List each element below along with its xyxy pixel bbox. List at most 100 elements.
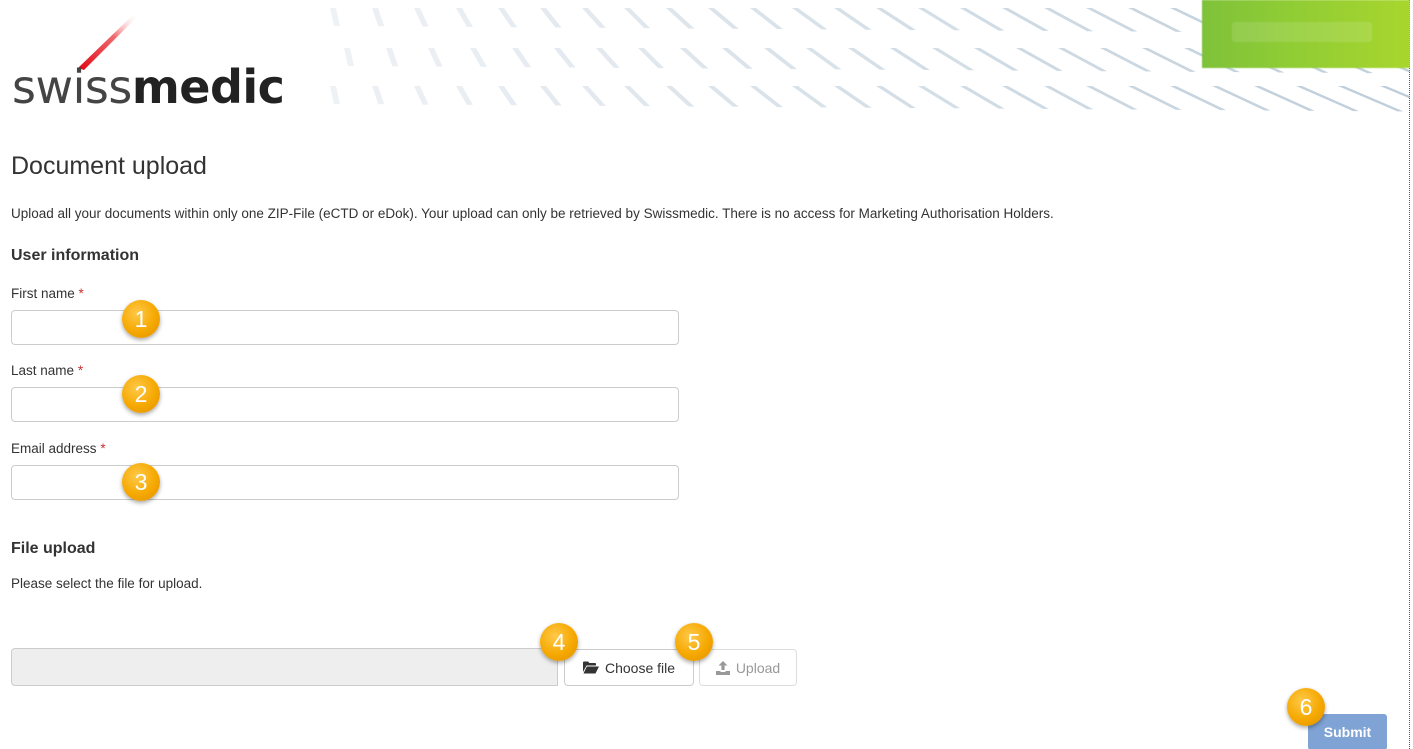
banner-stripe xyxy=(1044,86,1094,110)
banner-stripe xyxy=(498,8,518,28)
banner-stripe xyxy=(372,8,385,27)
banner-stripe xyxy=(1086,86,1138,110)
banner-stripe xyxy=(1002,86,1049,109)
banner-stripe xyxy=(330,86,340,104)
logo-text: swissmedic xyxy=(12,64,285,110)
banner-stripe xyxy=(834,86,872,108)
banner-stripe xyxy=(1142,48,1196,72)
banner-stripe xyxy=(1016,48,1063,71)
banner-stripe xyxy=(834,8,872,30)
first-name-label: First name * xyxy=(11,286,84,301)
last-name-label-text: Last name xyxy=(11,363,75,378)
banner-stripe xyxy=(638,48,665,69)
file-upload-help-text: Please select the file for upload. xyxy=(11,576,203,591)
main-content: Document upload Upload all your document… xyxy=(11,150,1401,749)
banner-stripe xyxy=(666,8,695,29)
choose-file-label: Choose file xyxy=(604,659,676,676)
banner-stripe xyxy=(876,8,916,30)
banner-stripe xyxy=(582,86,606,106)
banner-stripe xyxy=(596,48,620,68)
last-name-input[interactable] xyxy=(11,387,679,422)
banner-stripe xyxy=(540,86,562,106)
banner-stripe xyxy=(456,86,473,105)
page-title: Document upload xyxy=(11,152,207,180)
banner-stripe xyxy=(1058,48,1108,72)
banner-stripe xyxy=(806,48,842,70)
banner-stripe xyxy=(750,86,784,108)
banner-stripe xyxy=(540,8,562,28)
banner-stripe xyxy=(624,86,651,107)
banner-stripe xyxy=(792,8,828,30)
banner-stripe xyxy=(960,8,1005,31)
banner-stripe xyxy=(1212,86,1271,111)
first-name-label-text: First name xyxy=(11,286,75,301)
page: swissmedic Document upload Upload all yo… xyxy=(0,0,1413,749)
banner-stripe xyxy=(974,48,1019,71)
banner-stripe xyxy=(666,86,695,107)
banner-stripe xyxy=(1128,8,1182,32)
callout-marker-4: 4 xyxy=(540,623,578,661)
banner-stripe xyxy=(330,8,340,26)
user-information-heading: User information xyxy=(11,247,140,264)
banner-stripe xyxy=(386,48,399,67)
banner-stripe xyxy=(428,48,443,67)
banner-stripe xyxy=(1170,86,1227,111)
banner-stripe xyxy=(624,8,651,29)
email-label-text: Email address xyxy=(11,441,97,456)
banner-stripe xyxy=(414,86,429,105)
banner-stripe xyxy=(876,86,916,108)
banner-stripe xyxy=(680,48,709,69)
callout-marker-3: 3 xyxy=(122,463,160,501)
required-marker: * xyxy=(77,363,84,378)
banner-stripe xyxy=(456,8,473,27)
email-input[interactable] xyxy=(11,465,679,500)
upload-button[interactable]: Upload xyxy=(699,649,797,686)
banner-stripe xyxy=(750,8,784,30)
file-upload-heading: File upload xyxy=(11,540,96,557)
choose-file-button[interactable]: Choose file xyxy=(564,649,694,686)
banner-stripe xyxy=(890,48,930,70)
banner-stripe xyxy=(512,48,532,68)
selected-file-display xyxy=(11,648,558,686)
banner-stripe xyxy=(918,86,961,109)
logo-text-bold: medic xyxy=(131,60,285,114)
swissmedic-logo[interactable]: swissmedic xyxy=(12,14,292,114)
banner-stripe xyxy=(1002,8,1049,31)
required-marker: * xyxy=(78,286,84,301)
callout-marker-1: 1 xyxy=(122,300,160,338)
logo-text-light: swiss xyxy=(12,60,132,114)
banner-stripe xyxy=(414,8,429,27)
banner-stripe xyxy=(708,86,739,107)
banner-stripe xyxy=(470,48,487,67)
banner-stripe xyxy=(582,8,606,28)
banner-stripe xyxy=(792,86,828,108)
callout-marker-6: 6 xyxy=(1287,688,1325,726)
banner-stripe xyxy=(722,48,753,69)
upload-label: Upload xyxy=(735,659,781,676)
last-name-label: Last name * xyxy=(11,363,83,378)
banner-stripe xyxy=(554,48,576,68)
banner-stripe xyxy=(918,8,961,31)
email-label: Email address * xyxy=(11,441,106,456)
upload-icon xyxy=(715,660,730,675)
banner-stripe xyxy=(708,8,739,29)
banner-stripe xyxy=(960,86,1005,109)
callout-marker-2: 2 xyxy=(122,375,160,413)
banner-stripe xyxy=(1100,48,1152,72)
banner-stripe xyxy=(932,48,975,71)
banner-stripe xyxy=(1044,8,1094,32)
banner-stripe xyxy=(498,86,518,106)
callout-marker-5: 5 xyxy=(675,623,713,661)
banner-stripe xyxy=(848,48,886,70)
banner-stripe xyxy=(1086,8,1138,32)
banner-stripe xyxy=(1128,86,1182,110)
banner-stripe xyxy=(372,86,385,105)
folder-open-icon xyxy=(582,661,599,674)
header-green-block xyxy=(1202,0,1410,68)
header: swissmedic xyxy=(0,0,1410,118)
banner-stripe xyxy=(764,48,798,70)
intro-text: Upload all your documents within only on… xyxy=(11,206,1054,221)
first-name-input[interactable] xyxy=(11,310,679,345)
required-marker: * xyxy=(100,441,106,456)
banner-stripe xyxy=(344,48,354,66)
